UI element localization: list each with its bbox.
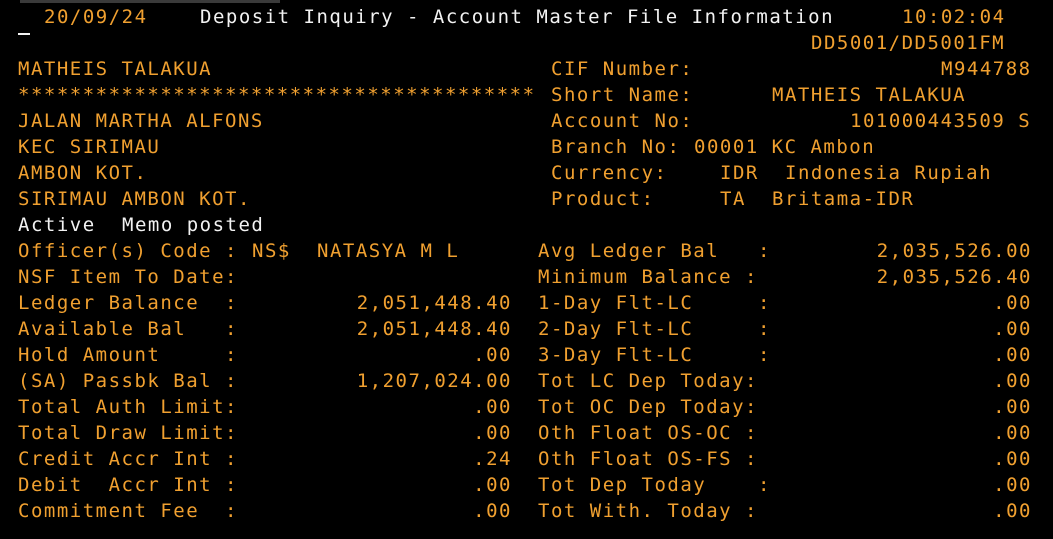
header-date: 20/09/24 [44,6,148,28]
debit-accr-int-value: .00 [473,474,512,496]
minimum-balance-label: Minimum Balance : [538,266,758,288]
tot-with-today-label: Tot With. Today : [538,500,758,522]
address-line-2: KEC SIRIMAU [18,136,161,158]
branch-value: 00001 KC Ambon [694,136,876,158]
hold-amount-label: Hold Amount : [18,344,238,366]
masked-line: **************************************** [18,84,536,106]
tot-oc-dep-today-label: Tot OC Dep Today: [538,396,758,418]
flt-1day-label: 1-Day Flt-LC : [538,292,771,314]
commitment-fee-label: Commitment Fee : [18,500,238,522]
minimum-balance-value: 2,035,526.40 [876,266,1032,288]
credit-accr-int-value: .24 [473,448,512,470]
address-line-3: AMBON KOT. [18,162,148,184]
short-name-label: Short Name: [551,84,694,106]
oth-float-os-oc-value: .00 [993,422,1032,444]
tot-dep-today-label: Tot Dep Today : [538,474,771,496]
officer-label: Officer(s) Code : [18,240,238,262]
header-time: 10:02:04 [902,6,1006,28]
customer-name: MATHEIS TALAKUA [18,58,213,80]
credit-accr-int-label: Credit Accr Int : [18,448,238,470]
flt-3day-value: .00 [993,344,1032,366]
currency-code: IDR [720,162,759,184]
total-auth-limit-label: Total Auth Limit: [18,396,238,418]
terminal-screen: 20/09/24 Deposit Inquiry - Account Maste… [0,0,1053,539]
address-line-4: SIRIMAU AMBON KOT. [18,188,251,210]
total-draw-limit-label: Total Draw Limit: [18,422,238,444]
oth-float-os-oc-label: Oth Float OS-OC : [538,422,758,444]
tot-dep-today-value: .00 [993,474,1032,496]
officer-name: NATASYA M L [317,240,460,262]
debit-accr-int-label: Debit Accr Int : [18,474,238,496]
short-name-value: MATHEIS TALAKUA [772,84,967,106]
passbook-bal-value: 1,207,024.00 [356,370,512,392]
cif-value: M944788 [941,58,1032,80]
product-label: Product: [551,188,655,210]
ledger-balance-label: Ledger Balance : [18,292,238,314]
tot-lc-dep-today-label: Tot LC Dep Today: [538,370,758,392]
hold-amount-value: .00 [473,344,512,366]
branch-label: Branch No: [551,136,681,158]
commitment-fee-value: .00 [473,500,512,522]
text-cursor [18,33,30,35]
screen-title: Deposit Inquiry - Account Master File In… [200,6,835,28]
cif-label: CIF Number: [551,58,694,80]
address-line-1: JALAN MARTHA ALFONS [18,110,264,132]
available-bal-label: Available Bal : [18,318,238,340]
product-code: TA [720,188,746,210]
account-no-value: 101000443509 S [850,110,1032,132]
flt-3day-label: 3-Day Flt-LC : [538,344,771,366]
ledger-balance-value: 2,051,448.40 [356,292,512,314]
flt-1day-value: .00 [993,292,1032,314]
tot-with-today-value: .00 [993,500,1032,522]
tot-oc-dep-today-value: .00 [993,396,1032,418]
account-no-label: Account No: [551,110,694,132]
session-tab-strip [20,0,280,3]
available-bal-value: 2,051,448.40 [356,318,512,340]
passbook-bal-label: (SA) Passbk Bal : [18,370,238,392]
oth-float-os-fs-label: Oth Float OS-FS : [538,448,758,470]
total-draw-limit-value: .00 [473,422,512,444]
currency-name: Indonesia Rupiah [785,162,993,184]
flt-2day-value: .00 [993,318,1032,340]
total-auth-limit-value: .00 [473,396,512,418]
oth-float-os-fs-value: .00 [993,448,1032,470]
product-name: Britama-IDR [772,188,915,210]
flt-2day-label: 2-Day Flt-LC : [538,318,771,340]
avg-ledger-bal-value: 2,035,526.00 [876,240,1032,262]
status-memo: Memo posted [122,214,265,236]
screen-id: DD5001/DD5001FM [811,32,1006,54]
avg-ledger-bal-label: Avg Ledger Bal : [538,240,771,262]
officer-code: NS$ [252,240,291,262]
tot-lc-dep-today-value: .00 [993,370,1032,392]
nsf-item-label: NSF Item To Date: [18,266,238,288]
status-active: Active [18,214,96,236]
currency-label: Currency: [551,162,668,184]
